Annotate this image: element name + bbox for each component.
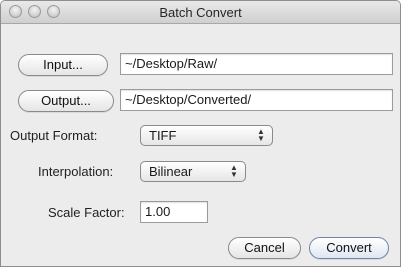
scale-factor-label: Scale Factor: <box>48 205 125 220</box>
cancel-button[interactable]: Cancel <box>228 237 301 259</box>
output-path-field[interactable]: ~/Desktop/Converted/ <box>120 89 393 111</box>
up-down-arrows-icon: ▲ ▼ <box>230 163 238 179</box>
input-path-field[interactable]: ~/Desktop/Raw/ <box>120 53 393 75</box>
output-format-popup[interactable]: TIFF ▲ ▼ <box>140 125 273 146</box>
up-down-arrows-icon: ▲ ▼ <box>257 127 265 143</box>
title-bar[interactable]: Batch Convert <box>1 1 400 24</box>
convert-button[interactable]: Convert <box>309 237 389 259</box>
window-title: Batch Convert <box>159 5 242 20</box>
scale-factor-field[interactable]: 1.00 <box>140 201 208 223</box>
interpolation-label: Interpolation: <box>38 164 114 179</box>
output-format-label: Output Format: <box>10 128 98 143</box>
output-button[interactable]: Output... <box>18 90 114 112</box>
interpolation-value: Bilinear <box>149 164 193 179</box>
batch-convert-window: Batch Convert Input... ~/Desktop/Raw/ Ou… <box>0 0 401 267</box>
output-format-value: TIFF <box>149 128 177 143</box>
input-button[interactable]: Input... <box>18 54 108 76</box>
interpolation-popup[interactable]: Bilinear ▲ ▼ <box>140 161 246 182</box>
